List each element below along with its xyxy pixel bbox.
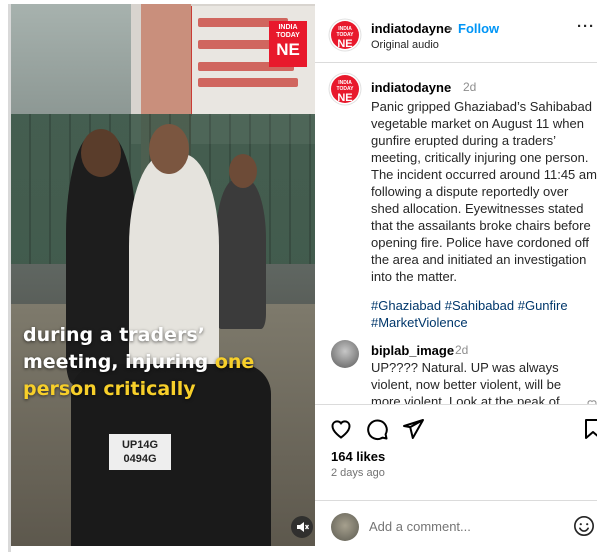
comment-author[interactable]: biplab_image	[371, 343, 454, 358]
post-header: INDIA TODAY NE indiatodayne • Follow Ori…	[315, 4, 597, 63]
commenter-avatar[interactable]	[331, 340, 359, 368]
video-caption-overlay: during a traders’ meeting, injuring one …	[23, 322, 313, 403]
video-caption-line-2: meeting, injuring one	[23, 349, 313, 376]
comment-text: UP???? Natural. UP was always violent, n…	[371, 360, 562, 404]
follow-button[interactable]: Follow	[458, 21, 499, 36]
video-caption-highlight-2: person critically	[23, 378, 196, 400]
comment-button[interactable]	[365, 417, 389, 441]
caption-author-avatar[interactable]: INDIA TODAY NE	[331, 75, 359, 103]
author-avatar[interactable]: INDIA TODAY NE	[331, 21, 359, 49]
person-center-head	[149, 124, 189, 174]
mute-button[interactable]	[291, 516, 313, 538]
caption-avatar-logo-top: INDIA TODAY	[336, 80, 354, 92]
post-date[interactable]: 2 days ago	[331, 467, 385, 479]
share-button[interactable]	[401, 417, 425, 441]
heart-icon	[331, 420, 351, 439]
comment-icon	[367, 419, 388, 441]
audio-label[interactable]: Original audio	[371, 39, 439, 51]
bookmark-icon	[585, 419, 597, 439]
caption-author[interactable]: indiatodayne	[371, 80, 451, 95]
avatar-logo-big: NE	[337, 38, 353, 49]
comment-timestamp[interactable]: 2d	[455, 343, 468, 357]
more-options-button[interactable]: ···	[577, 18, 595, 35]
more-icon: ···	[577, 18, 595, 35]
like-count[interactable]: 164 likes	[331, 449, 385, 464]
emoji-button[interactable]	[573, 515, 595, 537]
post-sidebar: INDIA TODAY NE indiatodayne • Follow Ori…	[315, 4, 597, 552]
person-left-head	[81, 129, 121, 177]
video-backdrop	[11, 4, 131, 114]
avatar-logo-top: INDIA TODAY	[336, 26, 354, 38]
paper-plane-icon	[403, 419, 424, 439]
video-caption-line-1: during a traders’	[23, 324, 205, 346]
speaker-muted-icon	[297, 522, 310, 532]
video-caption-line-2-text: meeting, injuring	[23, 351, 215, 373]
like-button[interactable]	[329, 417, 353, 441]
current-user-avatar	[331, 513, 359, 541]
person-background-head	[229, 154, 257, 188]
separator-dot: •	[448, 21, 453, 36]
comments-section[interactable]: INDIA TODAY NE indiatodayne 2d Panic gri…	[315, 63, 597, 404]
post-dialog: UP14G 0494G during a traders’ meeting, i…	[0, 0, 597, 552]
logo-big-text: NE	[276, 40, 300, 59]
plate-line-2: 0494G	[123, 453, 157, 465]
post-actions: 164 likes 2 days ago	[315, 404, 597, 495]
caption-text: Panic gripped Ghaziabad’s Sahibabad vege…	[371, 99, 597, 284]
plate-line-1: UP14G	[121, 439, 159, 451]
save-button[interactable]	[581, 417, 597, 441]
emoji-icon	[574, 516, 594, 536]
caption-avatar-logo-big: NE	[337, 92, 353, 103]
caption-hashtags[interactable]: #Ghaziabad #Sahibabad #Gunfire #MarketVi…	[371, 297, 597, 331]
logo-top-text: INDIA TODAY	[276, 24, 300, 39]
person-background	[216, 179, 266, 329]
caption-timestamp[interactable]: 2d	[463, 80, 476, 94]
video-caption-highlight-1: one	[214, 351, 255, 373]
add-comment-input[interactable]	[369, 516, 559, 536]
add-comment-bar	[315, 500, 597, 553]
license-plate: UP14G 0494G	[109, 434, 171, 470]
india-today-ne-logo: INDIA TODAY NE	[269, 21, 307, 67]
video-player[interactable]: UP14G 0494G during a traders’ meeting, i…	[11, 4, 315, 546]
author-username[interactable]: indiatodayne	[371, 21, 451, 36]
